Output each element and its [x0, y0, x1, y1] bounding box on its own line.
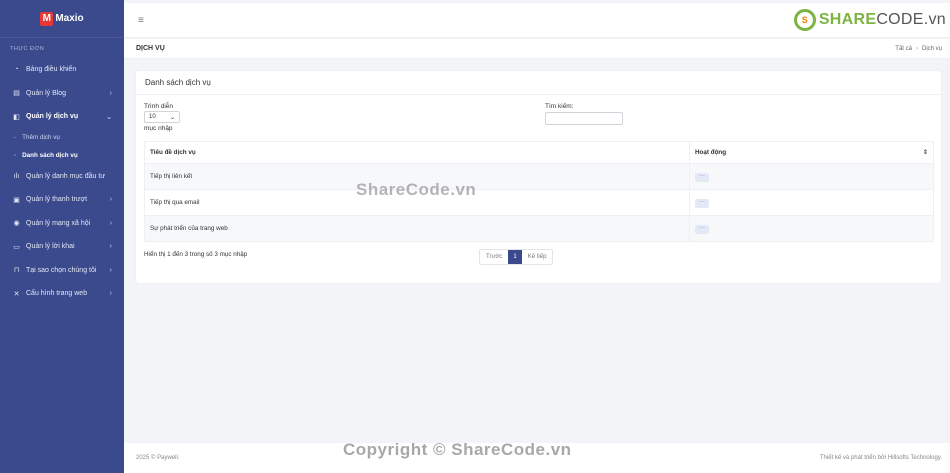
sort-icon: ⇕: [922, 149, 928, 156]
sidebar: M Maxio THỰC ĐƠN ◔ Bảng điều khiển ▤ Quả…: [0, 0, 124, 473]
brand-code: CODE.vn: [876, 11, 946, 28]
menu-heading: THỰC ĐƠN: [10, 46, 45, 52]
table-row: Tiếp thị liên kết ···: [144, 163, 934, 190]
chevron-down-icon: ⌄: [169, 114, 175, 121]
dash-icon: -: [14, 134, 17, 141]
chevron-right-icon: ›: [109, 290, 112, 298]
brand-share: SHARE: [818, 11, 877, 28]
breadcrumb-bar: DỊCH VỤ Tất cả › Dịch vụ: [124, 39, 950, 59]
length-label: Trình diễn: [144, 103, 174, 110]
breadcrumb-separator-icon: ›: [915, 45, 918, 52]
sharecode-brand-logo: S SHARECODE.vn: [793, 9, 946, 31]
service-list-card: Danh sách dịch vụ Trình diễn 10 ⌄ mục nh…: [136, 71, 941, 283]
lock-icon: ⊓: [13, 267, 20, 275]
pagination: Trước 1 Kế tiếp: [479, 249, 554, 265]
chevron-right-icon: ›: [109, 243, 112, 251]
comment-icon: ▭: [13, 243, 20, 251]
sidebar-item-social[interactable]: ◉ Quản lý mạng xã hội ›: [0, 212, 124, 236]
table-row: Tiếp thị qua email ···: [144, 189, 934, 216]
service-title-cell: Sự phát triển của trang web: [144, 215, 690, 242]
action-button[interactable]: ···: [695, 224, 709, 234]
chevron-right-icon: ›: [109, 196, 112, 204]
search-label: Tìm kiếm:: [545, 103, 574, 110]
watermark-center: ShareCode.vn: [356, 180, 477, 199]
footer-copyright: 2025 © Paywell.: [136, 455, 180, 461]
dash-icon: -: [14, 152, 17, 159]
chevron-right-icon: ›: [109, 266, 112, 274]
page-title: DỊCH VỤ: [136, 45, 165, 52]
breadcrumb-current: Dịch vụ: [921, 45, 942, 52]
sidebar-subitem-service-list[interactable]: - Danh sách dịch vụ: [0, 147, 124, 165]
sidebar-item-label: Quản lý Blog: [26, 89, 67, 97]
logo-text: Maxio: [55, 13, 84, 24]
blog-icon: ▤: [13, 90, 20, 98]
tools-icon: ✕: [13, 290, 20, 298]
length-suffix: mục nhập: [144, 125, 173, 132]
sidebar-subitem-label: Danh sách dịch vụ: [22, 152, 78, 159]
column-header-actions-label: Hoạt động: [695, 149, 727, 156]
pagination-page-1[interactable]: 1: [508, 250, 522, 264]
sidebar-item-label: Quản lý lời khai: [26, 243, 75, 251]
breadcrumb-root-link[interactable]: Tất cả: [895, 46, 912, 52]
sidebar-item-label: Bảng điều khiển: [26, 66, 77, 74]
watermark-bottom: Copyright © ShareCode.vn: [343, 440, 572, 459]
card-title: Danh sách dịch vụ: [136, 71, 941, 95]
table-row: Sự phát triển của trang web ···: [144, 215, 934, 242]
logo[interactable]: M Maxio: [0, 0, 124, 38]
entries-per-page-select[interactable]: 10 ⌄: [144, 111, 180, 123]
dashboard-icon: ◔: [14, 66, 19, 74]
sharecode-badge-icon: S: [793, 9, 816, 31]
action-button[interactable]: ···: [695, 198, 709, 208]
sidebar-item-blog[interactable]: ▤ Quản lý Blog ›: [0, 82, 124, 106]
hamburger-menu-icon[interactable]: ≡: [138, 15, 144, 26]
chevron-right-icon: ›: [109, 219, 112, 227]
chevron-down-icon: ⌄: [106, 113, 112, 121]
table-controls: Trình diễn 10 ⌄ mục nhập Tìm kiếm:: [136, 95, 941, 132]
brand-text: SHARECODE.vn: [819, 11, 946, 29]
footer-credit: Thiết kế và phát triển bởi Hillsofts Tec…: [819, 455, 942, 461]
table-info: Hiển thị 1 đến 3 trong số 3 mục nhập: [144, 251, 248, 258]
sidebar-item-site-config[interactable]: ✕ Cấu hình trang web ›: [0, 282, 124, 306]
sidebar-item-portfolio[interactable]: ılı Quản lý danh mục đầu tư: [0, 165, 124, 189]
sidebar-item-label: Quản lý dịch vụ: [26, 113, 79, 121]
sidebar-item-why-us[interactable]: ⊓ Tại sao chọn chúng tôi ›: [0, 259, 124, 283]
pagination-next-button[interactable]: Kế tiếp: [522, 250, 553, 264]
services-table: Tiêu đề dịch vụ Hoạt động ⇕ Tiếp thị liên…: [144, 141, 934, 242]
sidebar-item-services[interactable]: ◧ Quản lý dịch vụ ⌄: [0, 105, 124, 129]
action-cell: ···: [689, 215, 934, 242]
sidebar-item-label: Quản lý thanh trượt: [26, 196, 88, 204]
sidebar-item-label: Tại sao chọn chúng tôi: [26, 266, 97, 274]
action-cell: ···: [689, 189, 934, 216]
column-header-title[interactable]: Tiêu đề dịch vụ: [144, 141, 690, 164]
sidebar-item-slider[interactable]: ▣ Quản lý thanh trượt ›: [0, 188, 124, 212]
table-header-row: Tiêu đề dịch vụ Hoạt động ⇕: [144, 141, 934, 164]
logo-mark-icon: M: [40, 11, 54, 26]
services-icon: ◧: [13, 113, 20, 121]
pagination-prev-button[interactable]: Trước: [480, 250, 508, 264]
sidebar-item-label: Cấu hình trang web: [26, 290, 88, 298]
chart-icon: ılı: [13, 172, 20, 180]
breadcrumb: Tất cả › Dịch vụ: [895, 46, 942, 52]
search-input[interactable]: [545, 112, 623, 125]
sidebar-subitem-label: Thêm dịch vụ: [22, 134, 60, 141]
entries-per-page-value: 10: [149, 114, 156, 120]
chevron-right-icon: ›: [109, 89, 112, 97]
globe-icon: ◉: [13, 220, 20, 228]
sidebar-subitem-add-service[interactable]: - Thêm dịch vụ: [0, 129, 124, 147]
sidebar-item-label: Quản lý danh mục đầu tư: [26, 172, 106, 180]
column-header-actions[interactable]: Hoạt động ⇕: [689, 141, 934, 164]
image-icon: ▣: [13, 196, 20, 204]
sidebar-item-label: Quản lý mạng xã hội: [26, 219, 91, 227]
action-cell: ···: [689, 163, 934, 190]
sidebar-item-dashboard[interactable]: ◔ Bảng điều khiển: [0, 58, 124, 82]
topbar: ≡ S SHARECODE.vn: [124, 3, 950, 38]
action-button[interactable]: ···: [695, 172, 709, 182]
sidebar-item-testimonials[interactable]: ▭ Quản lý lời khai ›: [0, 235, 124, 259]
